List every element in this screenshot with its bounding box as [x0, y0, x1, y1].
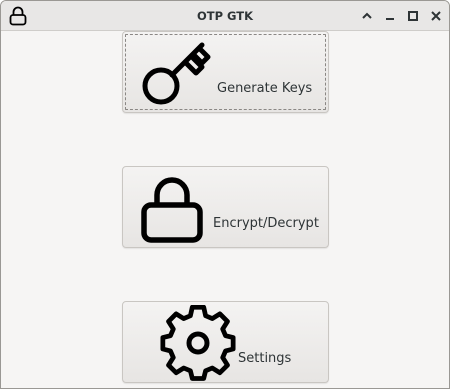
encrypt-decrypt-label: Encrypt/Decrypt	[213, 216, 319, 231]
title-bar[interactable]: OTP GTK	[1, 1, 449, 31]
close-icon[interactable]	[427, 7, 445, 25]
app-window: OTP GTK Generate Keys Encrypt/Decrypt Se…	[0, 0, 450, 389]
maximize-icon[interactable]	[404, 7, 422, 25]
key-icon	[142, 42, 211, 105]
generate-keys-label: Generate Keys	[217, 81, 313, 96]
settings-button[interactable]: Settings	[122, 301, 329, 383]
gear-icon	[160, 305, 236, 381]
settings-label: Settings	[238, 351, 292, 366]
encrypt-decrypt-button[interactable]: Encrypt/Decrypt	[122, 166, 329, 248]
minimize-icon[interactable]	[381, 7, 399, 25]
lock-icon	[9, 6, 27, 26]
lock-icon	[141, 177, 203, 243]
generate-keys-button[interactable]: Generate Keys	[122, 31, 329, 113]
chevron-up-icon[interactable]	[358, 7, 376, 25]
